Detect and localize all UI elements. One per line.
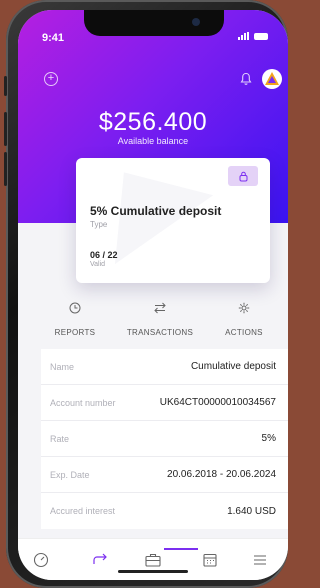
card-valid-value: 06 / 22 [90,250,118,260]
avatar-logo-icon [265,72,279,85]
phone-side-button [4,152,7,186]
detail-key: Accured interest [50,506,116,516]
detail-key: Rate [50,433,70,444]
avatar[interactable] [262,69,282,89]
battery-icon [254,32,268,40]
camera-icon [192,18,200,26]
gauge-icon[interactable] [32,551,50,569]
lock-button[interactable] [228,166,258,186]
card-title: 5% Cumulative deposit [90,204,222,218]
detail-row-accured-interest: Accured interest 1.640 USD [41,493,288,529]
detail-key: Exp. Date [50,469,90,480]
actions-label: ACTIONS [225,328,263,337]
detail-key: Account number [50,397,116,408]
detail-value: 20.06.2018 - 20.06.2024 [167,469,276,480]
deposit-card[interactable]: 5% Cumulative deposit Type 06 / 22 Valid [76,158,270,283]
bell-icon[interactable] [240,72,252,86]
reports-button[interactable]: REPORTS [35,302,115,340]
detail-row-rate: Rate 5% [41,421,288,457]
detail-row-name: Name Cumulative deposit [41,349,288,385]
actions-button[interactable]: ACTIONS [204,302,284,340]
lock-icon [239,171,247,181]
card-type-label: Type [90,220,108,229]
details-list: Name Cumulative deposit Account number U… [41,349,288,529]
phone-frame: 9:41 + $256.400 Available balance 5% Cum… [4,0,288,588]
detail-row-account-number: Account number UK64CT00000010034567 [41,385,288,421]
balance-amount: $256.400 [98,108,208,136]
home-indicator[interactable] [118,570,188,573]
action-bar: REPORTS TRANSACTIONS ACTIONS [18,302,288,346]
phone-side-button [4,76,7,96]
clock-icon [69,302,81,314]
transfer-arrow-icon[interactable] [91,551,109,569]
transactions-button[interactable]: TRANSACTIONS [110,302,210,340]
signal-icon [238,32,249,40]
phone-side-button [4,112,7,146]
reports-label: REPORTS [54,328,96,337]
status-time: 9:41 [42,32,65,44]
detail-value: Cumulative deposit [190,361,276,372]
calendar-icon[interactable] [201,551,219,569]
status-icons [238,32,268,40]
gear-icon [238,302,250,314]
add-icon[interactable]: + [44,72,58,86]
briefcase-icon[interactable] [144,551,162,569]
card-valid-label: Valid [90,261,106,268]
transactions-label: TRANSACTIONS [126,328,194,337]
detail-value: 1.640 USD [227,505,276,517]
menu-icon[interactable] [251,551,269,569]
detail-value: UK64CT00000010034567 [159,397,276,408]
balance-label: Available balance [117,136,189,146]
detail-value: 5% [261,433,276,444]
app-screen: 9:41 + $256.400 Available balance 5% Cum… [18,10,288,580]
detail-key: Name [50,361,75,372]
notch [84,10,224,36]
swap-arrows-icon [154,302,166,314]
detail-row-exp-date: Exp. Date 20.06.2018 - 20.06.2024 [41,457,288,493]
active-tab-indicator [164,548,198,550]
tab-bar [18,538,288,580]
